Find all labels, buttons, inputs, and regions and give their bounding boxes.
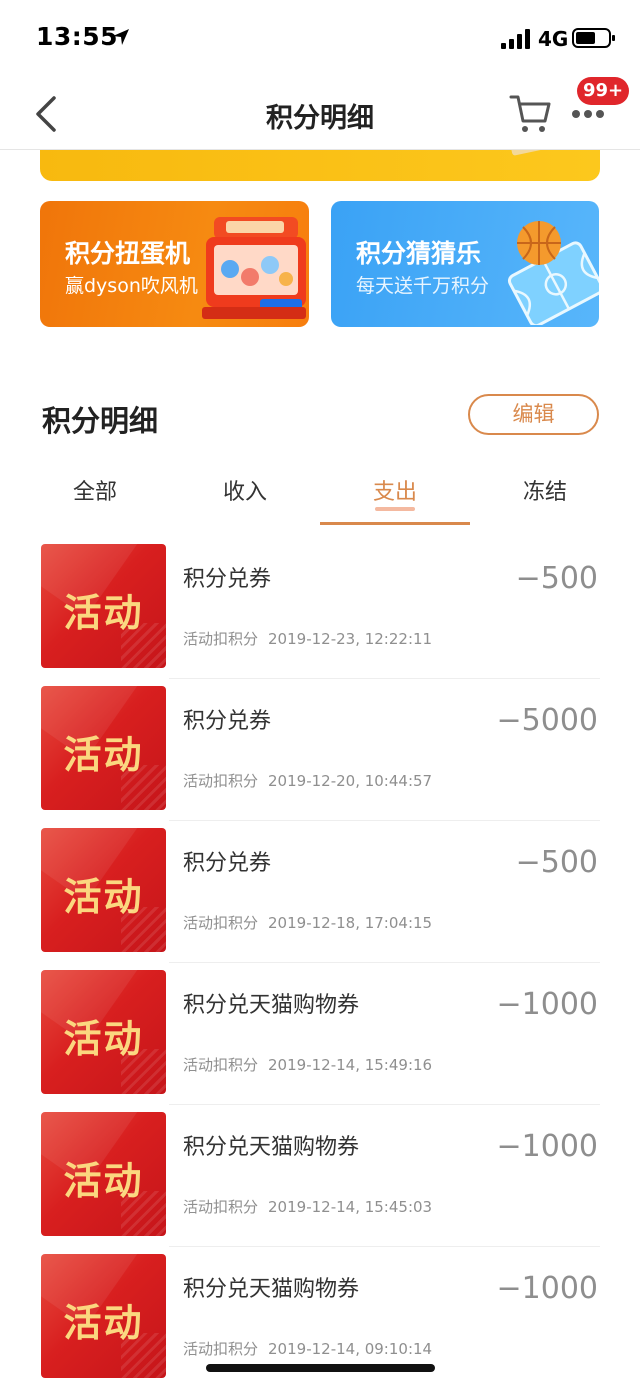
- promo-capsule-machine[interactable]: 积分扭蛋机 赢dyson吹风机: [40, 201, 309, 327]
- record-meta: 活动扣积分 2019-12-14, 15:49:16: [183, 1054, 432, 1075]
- record-amount: −1000: [496, 1271, 598, 1306]
- activity-thumbnail: 活动: [41, 544, 166, 668]
- tab-active-mark: [375, 507, 415, 511]
- activity-thumbnail: 活动: [41, 970, 166, 1094]
- list-item[interactable]: 活动 积分兑券 −500 活动扣积分 2019-12-23, 12:22:11: [0, 543, 640, 685]
- record-type: 活动扣积分: [183, 1056, 259, 1074]
- edit-button[interactable]: 编辑: [468, 394, 599, 435]
- row-divider: [169, 1246, 600, 1247]
- record-title: 积分兑天猫购物券: [183, 1135, 360, 1160]
- promo-subtitle: 赢dyson吹风机: [65, 275, 198, 297]
- record-title: 积分兑天猫购物券: [183, 1277, 360, 1302]
- record-title: 积分兑券: [183, 567, 272, 592]
- network-type: 4G: [538, 27, 569, 51]
- status-time: 13:55: [36, 22, 119, 51]
- activity-thumbnail: 活动: [41, 1254, 166, 1378]
- tab-expense[interactable]: 支出: [320, 466, 470, 526]
- activity-thumbnail: 活动: [41, 686, 166, 810]
- cart-icon[interactable]: [508, 90, 554, 136]
- promo-guessing-game[interactable]: 积分猜猜乐 每天送千万积分: [331, 201, 599, 327]
- thumbnail-label: 活动: [63, 1301, 144, 1345]
- thumbnail-label: 活动: [63, 875, 144, 919]
- activity-thumbnail: 活动: [41, 828, 166, 952]
- activity-thumbnail: 活动: [41, 1112, 166, 1236]
- record-time: 2019-12-14, 15:49:16: [268, 1056, 433, 1074]
- record-amount: −500: [515, 845, 598, 880]
- signal-icon: [501, 29, 530, 49]
- list-item[interactable]: 活动 积分兑券 −5000 活动扣积分 2019-12-20, 10:44:57: [0, 685, 640, 827]
- navigation-bar: 积分明细 99+: [0, 77, 640, 150]
- record-amount: −5000: [496, 703, 598, 738]
- row-divider: [169, 820, 600, 821]
- location-arrow-icon: [113, 29, 129, 45]
- record-type: 活动扣积分: [183, 1340, 259, 1358]
- record-time: 2019-12-14, 15:45:03: [268, 1198, 433, 1216]
- record-meta: 活动扣积分 2019-12-14, 15:45:03: [183, 1196, 432, 1217]
- tab-frozen[interactable]: 冻结: [470, 466, 620, 526]
- record-type: 活动扣积分: [183, 630, 259, 648]
- record-meta: 活动扣积分 2019-12-20, 10:44:57: [183, 770, 432, 791]
- row-divider: [169, 678, 600, 679]
- row-divider: [169, 962, 600, 963]
- thumbnail-label: 活动: [63, 733, 144, 777]
- record-title: 积分兑券: [183, 851, 272, 876]
- record-meta: 活动扣积分 2019-12-14, 09:10:14: [183, 1338, 432, 1359]
- status-bar: 13:55 4G: [0, 0, 640, 80]
- list-item[interactable]: 活动 积分兑券 −500 活动扣积分 2019-12-18, 17:04:15: [0, 827, 640, 969]
- filter-tabs: 全部 收入 支出 冻结: [20, 466, 620, 526]
- record-title: 积分兑天猫购物券: [183, 993, 360, 1018]
- record-time: 2019-12-14, 09:10:14: [268, 1340, 433, 1358]
- tab-income[interactable]: 收入: [170, 466, 320, 526]
- basketball-court-illustration: [507, 221, 599, 325]
- record-time: 2019-12-18, 17:04:15: [268, 914, 433, 932]
- tab-all[interactable]: 全部: [20, 466, 170, 526]
- record-time: 2019-12-23, 12:22:11: [268, 630, 433, 648]
- row-divider: [169, 1104, 600, 1105]
- record-amount: −1000: [496, 1129, 598, 1164]
- home-indicator[interactable]: [206, 1364, 435, 1372]
- more-icon[interactable]: [570, 104, 606, 124]
- record-type: 活动扣积分: [183, 914, 259, 932]
- record-meta: 活动扣积分 2019-12-23, 12:22:11: [183, 628, 432, 649]
- record-type: 活动扣积分: [183, 1198, 259, 1216]
- thumbnail-label: 活动: [63, 1017, 144, 1061]
- record-time: 2019-12-20, 10:44:57: [268, 772, 433, 790]
- capsule-machine-illustration: [202, 217, 306, 319]
- thumbnail-label: 活动: [63, 591, 144, 635]
- section-title: 积分明细: [42, 404, 159, 438]
- record-title: 积分兑券: [183, 709, 272, 734]
- record-meta: 活动扣积分 2019-12-18, 17:04:15: [183, 912, 432, 933]
- record-type: 活动扣积分: [183, 772, 259, 790]
- promo-title: 积分扭蛋机: [65, 239, 191, 268]
- record-amount: −500: [515, 561, 598, 596]
- promo-subtitle: 每天送千万积分: [356, 275, 490, 297]
- notification-badge: 99+: [577, 77, 630, 105]
- thumbnail-label: 活动: [63, 1159, 144, 1203]
- points-detail-page: 13:55 4G 积分明细 99+ 积分扭蛋机 赢dyson吹风机 积分猜猜乐 …: [0, 0, 640, 1386]
- record-amount: −1000: [496, 987, 598, 1022]
- promo-title: 积分猜猜乐: [356, 239, 482, 268]
- list-item[interactable]: 活动 积分兑天猫购物券 −1000 活动扣积分 2019-12-14, 15:49…: [0, 969, 640, 1111]
- tab-active-underline: [320, 522, 470, 525]
- list-item[interactable]: 活动 积分兑天猫购物券 −1000 活动扣积分 2019-12-14, 15:45…: [0, 1111, 640, 1253]
- battery-icon: [572, 28, 615, 48]
